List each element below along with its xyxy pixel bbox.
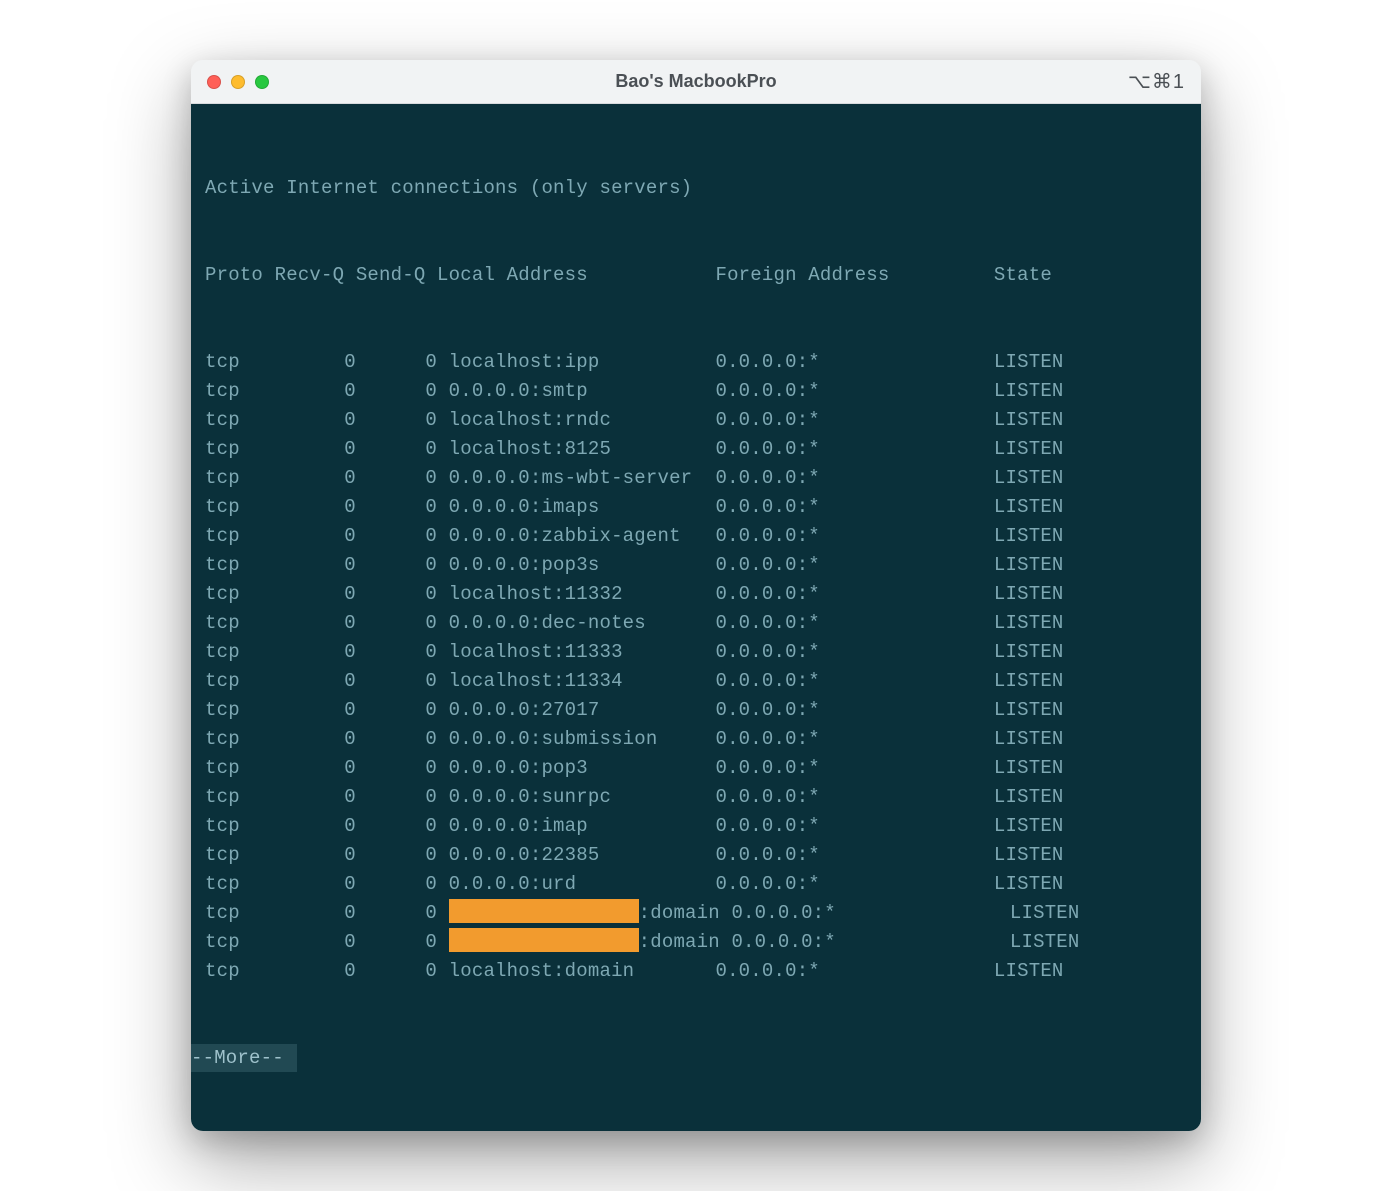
banner-line: Active Internet connections (only server… (205, 174, 1187, 203)
table-row: tcp 0 0 :domain 0.0.0.0:* LISTEN (205, 899, 1187, 928)
more-prompt[interactable]: --More-- (191, 1044, 297, 1072)
table-row: tcp 0 0 0.0.0.0:27017 0.0.0.0:* LISTEN (205, 696, 1187, 725)
minimize-icon[interactable] (231, 75, 245, 89)
traffic-lights (207, 75, 269, 89)
table-row: tcp 0 0 0.0.0.0:urd 0.0.0.0:* LISTEN (205, 870, 1187, 899)
table-row: tcp 0 0 0.0.0.0:pop3 0.0.0.0:* LISTEN (205, 754, 1187, 783)
table-row: tcp 0 0 localhost:11333 0.0.0.0:* LISTEN (205, 638, 1187, 667)
table-row: tcp 0 0 0.0.0.0:sunrpc 0.0.0.0:* LISTEN (205, 783, 1187, 812)
titlebar[interactable]: Bao's MacbookPro ⌥⌘1 (191, 60, 1201, 104)
table-row: tcp 0 0 0.0.0.0:imap 0.0.0.0:* LISTEN (205, 812, 1187, 841)
table-row: tcp 0 0 0.0.0.0:ms-wbt-server 0.0.0.0:* … (205, 464, 1187, 493)
column-headers: Proto Recv-Q Send-Q Local Address Foreig… (205, 261, 1187, 290)
window-title: Bao's MacbookPro (191, 71, 1201, 92)
table-row: tcp 0 0 0.0.0.0:imaps 0.0.0.0:* LISTEN (205, 493, 1187, 522)
redacted-block (449, 928, 639, 952)
table-row: tcp 0 0 localhost:11334 0.0.0.0:* LISTEN (205, 667, 1187, 696)
table-row: tcp 0 0 localhost:domain 0.0.0.0:* LISTE… (205, 957, 1187, 986)
table-row: tcp 0 0 localhost:11332 0.0.0.0:* LISTEN (205, 580, 1187, 609)
window-shortcut: ⌥⌘1 (1128, 69, 1185, 94)
terminal-body[interactable]: Active Internet connections (only server… (191, 104, 1201, 1131)
table-row: tcp 0 0 localhost:8125 0.0.0.0:* LISTEN (205, 435, 1187, 464)
redacted-block (449, 899, 639, 923)
table-row: tcp 0 0 0.0.0.0:22385 0.0.0.0:* LISTEN (205, 841, 1187, 870)
terminal-window: Bao's MacbookPro ⌥⌘1 Active Internet con… (191, 60, 1201, 1131)
table-row: tcp 0 0 0.0.0.0:zabbix-agent 0.0.0.0:* L… (205, 522, 1187, 551)
table-row: tcp 0 0 localhost:ipp 0.0.0.0:* LISTEN (205, 348, 1187, 377)
table-row: tcp 0 0 0.0.0.0:smtp 0.0.0.0:* LISTEN (205, 377, 1187, 406)
close-icon[interactable] (207, 75, 221, 89)
table-row: tcp 0 0 0.0.0.0:pop3s 0.0.0.0:* LISTEN (205, 551, 1187, 580)
table-row: tcp 0 0 localhost:rndc 0.0.0.0:* LISTEN (205, 406, 1187, 435)
table-row: tcp 0 0 :domain 0.0.0.0:* LISTEN (205, 928, 1187, 957)
zoom-icon[interactable] (255, 75, 269, 89)
table-row: tcp 0 0 0.0.0.0:dec-notes 0.0.0.0:* LIST… (205, 609, 1187, 638)
table-row: tcp 0 0 0.0.0.0:submission 0.0.0.0:* LIS… (205, 725, 1187, 754)
